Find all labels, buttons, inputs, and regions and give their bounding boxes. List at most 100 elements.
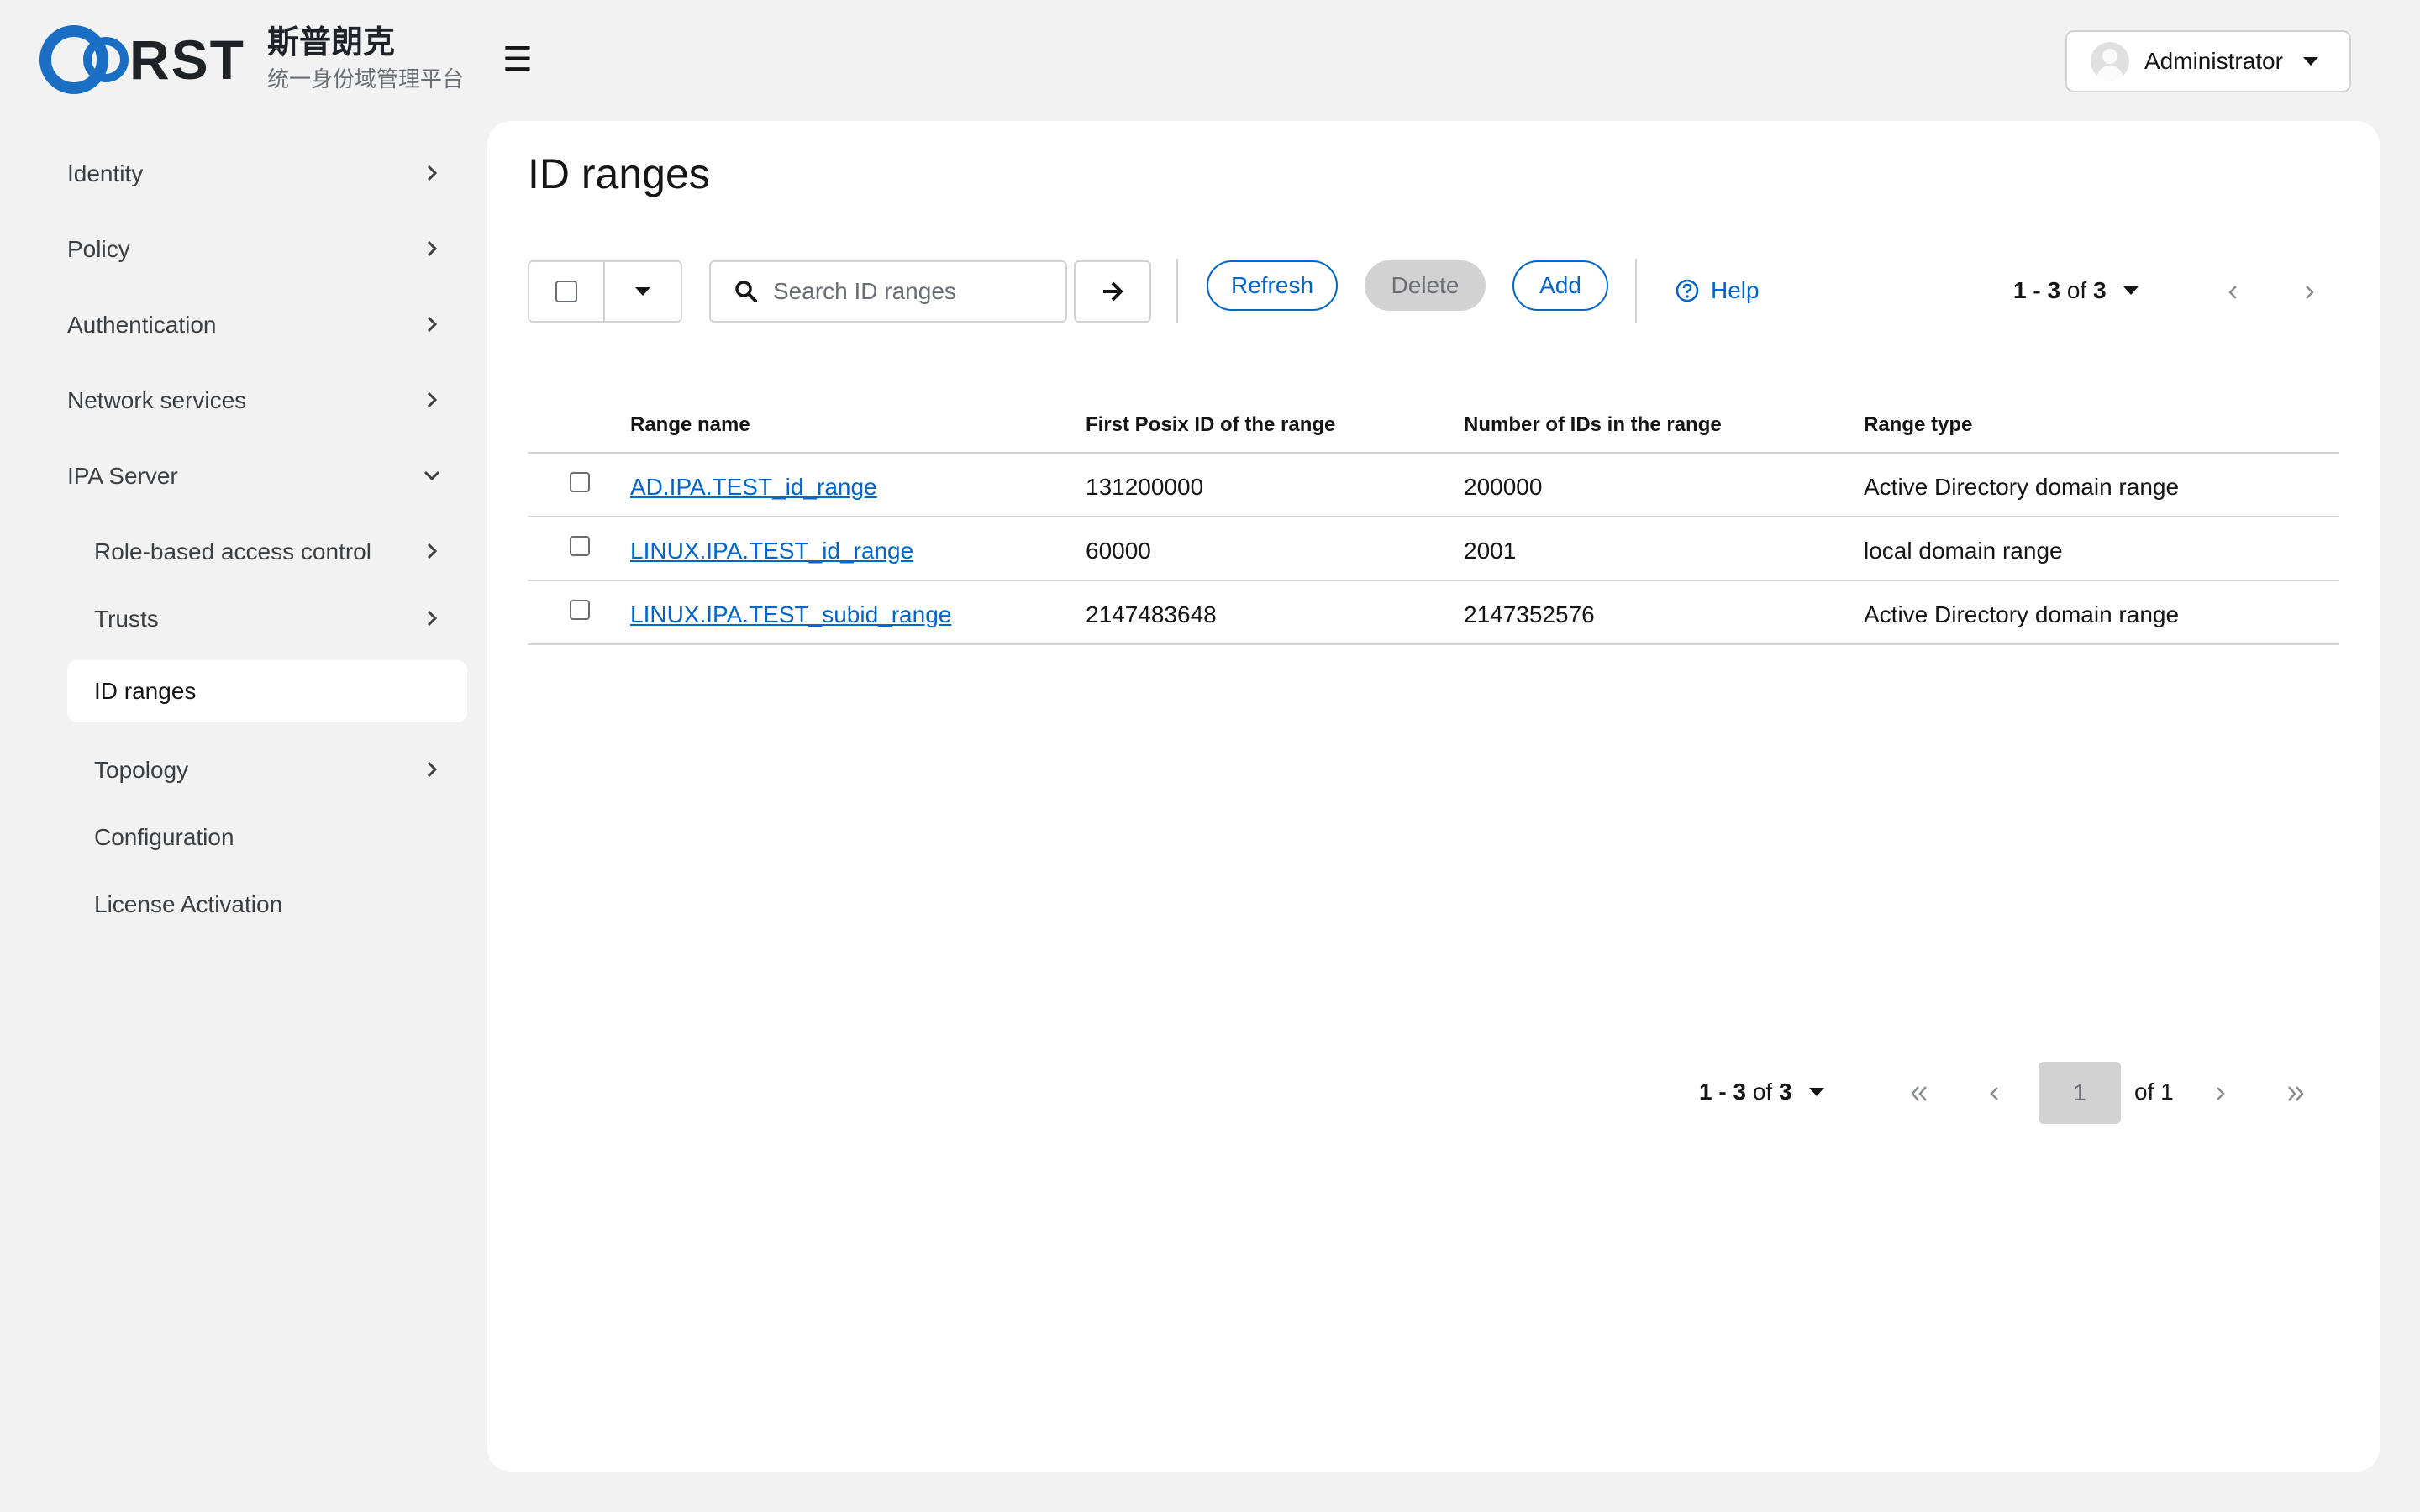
range-start: 1 — [1699, 1079, 1712, 1105]
sidebar-item-role-based-access-control[interactable]: Role-based access control — [94, 521, 471, 583]
search-submit-button[interactable] — [1074, 260, 1151, 323]
first-posix-id-cell: 60000 — [1086, 538, 1151, 564]
sidebar-item-ipa-server[interactable]: IPA Server — [67, 445, 471, 507]
of-label: of — [2066, 277, 2087, 303]
number-of-ids-cell: 200000 — [1464, 474, 1543, 500]
sidebar-item-trusts[interactable]: Trusts — [94, 588, 471, 650]
row-checkbox[interactable] — [570, 600, 590, 620]
first-posix-id-cell: 131200000 — [1086, 474, 1204, 500]
avatar — [2091, 42, 2129, 81]
sidebar-item-label: License Activation — [94, 891, 283, 917]
last-page-button[interactable] — [2279, 1077, 2312, 1110]
chevron-right-icon — [427, 391, 438, 408]
column-header-number-of-ids[interactable]: Number of IDs in the range — [1464, 413, 1722, 437]
chevron-left-icon — [2228, 286, 2237, 299]
bulk-select-checkbox[interactable] — [555, 281, 577, 302]
caret-down-icon — [2123, 286, 2139, 295]
total-count: 3 — [2092, 277, 2107, 303]
pagination-summary: 1 - 3 of 3 — [1699, 1079, 1792, 1105]
sidebar-item-authentication[interactable]: Authentication — [67, 294, 471, 356]
range-name-link[interactable]: LINUX.IPA.TEST_id_range — [630, 538, 913, 564]
user-menu-dropdown[interactable]: Administrator — [2065, 30, 2351, 92]
table-row: LINUX.IPA.TEST_id_range 60000 2001 local… — [528, 517, 2339, 581]
first-page-button[interactable] — [1902, 1077, 1936, 1110]
first-posix-id-cell: 2147483648 — [1086, 601, 1217, 627]
column-header-range-name[interactable]: Range name — [630, 413, 750, 437]
bulk-select — [528, 260, 682, 323]
main-card — [487, 121, 2380, 1472]
column-header-range-type[interactable]: Range type — [1864, 413, 1972, 437]
range-type-cell: Active Directory domain range — [1864, 601, 2180, 627]
range-name-cell: LINUX.IPA.TEST_subid_range — [630, 601, 951, 628]
sidebar-item-label: Policy — [67, 236, 130, 262]
hamburger-menu-icon[interactable]: ☰ — [502, 40, 533, 79]
brand: 斯普朗克 统一身份域管理平台 — [267, 24, 464, 96]
sidebar-item-label: ID ranges — [94, 678, 197, 704]
sidebar-item-label: Authentication — [67, 312, 217, 338]
chevron-right-icon — [427, 316, 438, 333]
page-title: ID ranges — [528, 150, 710, 197]
number-of-ids-cell: 2147352576 — [1464, 601, 1595, 627]
delete-button[interactable]: Delete — [1365, 260, 1486, 311]
sidebar-item-network-services[interactable]: Network services — [67, 370, 471, 432]
caret-down-icon — [2302, 57, 2318, 66]
number-of-ids-cell: 2001 — [1464, 538, 1517, 564]
chevron-right-icon — [427, 240, 438, 257]
arrow-right-icon — [1103, 281, 1123, 302]
sidebar-item-configuration[interactable]: Configuration — [94, 806, 471, 869]
sidebar-item-label: Network services — [67, 387, 247, 413]
of-label: of — [1752, 1079, 1773, 1105]
caret-down-icon — [1808, 1088, 1824, 1096]
brand-name: 斯普朗克 — [267, 25, 396, 60]
next-page-button[interactable] — [2292, 276, 2326, 309]
sidebar-item-license-activation[interactable]: License Activation — [94, 874, 471, 936]
help-link[interactable]: Help — [1676, 277, 1760, 304]
help-label: Help — [1711, 277, 1760, 303]
prev-page-button[interactable] — [1978, 1077, 2012, 1110]
current-page-input[interactable] — [2039, 1062, 2121, 1124]
bulk-select-toggle[interactable] — [605, 262, 681, 321]
search-icon — [735, 281, 757, 302]
pagination-top-toggle[interactable]: 1 - 3 of 3 — [2013, 277, 2139, 304]
add-button[interactable]: Add — [1512, 260, 1608, 311]
logo-mark-icon — [39, 25, 129, 94]
prev-page-button[interactable] — [2217, 276, 2250, 309]
table-row: LINUX.IPA.TEST_subid_range 2147483648 21… — [528, 581, 2339, 645]
range-name-cell: AD.IPA.TEST_id_range — [630, 474, 877, 501]
sidebar-item-identity[interactable]: Identity — [67, 143, 471, 205]
double-chevron-right-icon — [2288, 1086, 2304, 1101]
next-page-button[interactable] — [2203, 1077, 2237, 1110]
range-name-link[interactable]: LINUX.IPA.TEST_subid_range — [630, 601, 951, 627]
column-header-first-posix-id[interactable]: First Posix ID of the range — [1086, 413, 1335, 437]
chevron-right-icon — [427, 761, 438, 778]
brand-subtitle: 统一身份域管理平台 — [267, 66, 465, 92]
sidebar-item-policy[interactable]: Policy — [67, 218, 471, 281]
sidebar-item-label: Configuration — [94, 824, 234, 850]
range-end: 3 — [2047, 277, 2061, 303]
page-count-label: of 1 — [2134, 1079, 2174, 1105]
range-name-cell: LINUX.IPA.TEST_id_range — [630, 538, 913, 564]
row-checkbox[interactable] — [570, 472, 590, 492]
sidebar-item-label: Role-based access control — [94, 538, 371, 564]
logo-text: RST — [129, 29, 245, 91]
chevron-right-icon — [2217, 1087, 2225, 1100]
pagination-bottom-toggle[interactable]: 1 - 3 of 3 — [1699, 1079, 1824, 1105]
total-count: 3 — [1778, 1079, 1792, 1105]
chevron-right-icon — [427, 610, 438, 627]
search-input[interactable] — [773, 278, 1050, 305]
bulk-select-checkbox-wrap — [529, 262, 605, 321]
sidebar-item-label: IPA Server — [67, 463, 178, 489]
sidebar-item-label: Topology — [94, 757, 189, 783]
range-type-cell: Active Directory domain range — [1864, 474, 2180, 500]
user-name: Administrator — [2144, 48, 2283, 74]
row-checkbox[interactable] — [570, 536, 590, 556]
double-chevron-left-icon — [1911, 1086, 1927, 1101]
chevron-right-icon — [427, 165, 438, 181]
chevron-right-icon — [427, 543, 438, 559]
range-start: 1 — [2013, 277, 2027, 303]
refresh-button[interactable]: Refresh — [1207, 260, 1338, 311]
toolbar-divider — [1176, 259, 1178, 323]
sidebar-item-id-ranges[interactable]: ID ranges — [67, 660, 467, 722]
sidebar-item-topology[interactable]: Topology — [94, 739, 471, 801]
range-name-link[interactable]: AD.IPA.TEST_id_range — [630, 474, 877, 500]
